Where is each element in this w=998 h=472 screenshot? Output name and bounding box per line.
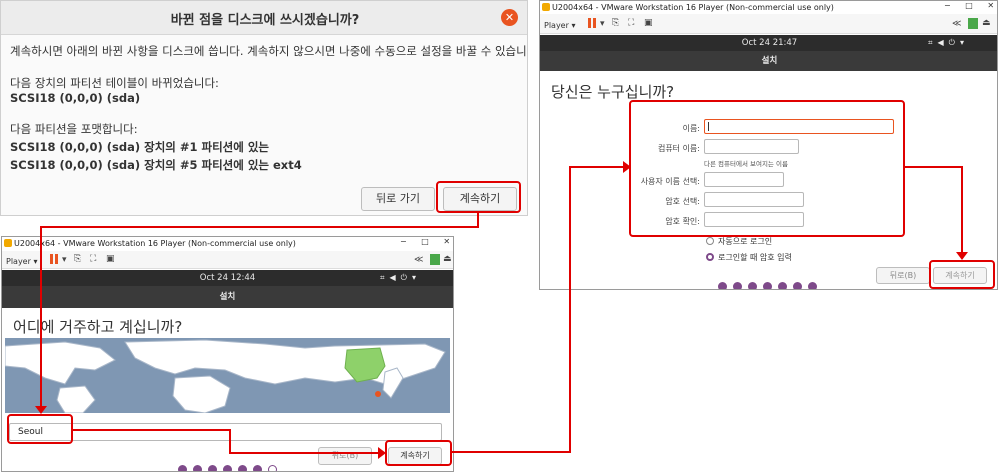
library-icon[interactable] <box>430 254 440 265</box>
vm-window-title: U2004x64 - VMware Workstation 16 Player … <box>14 239 296 248</box>
back-button[interactable]: 뒤로(B) <box>318 447 372 465</box>
connector-line <box>229 452 379 454</box>
player-label: Player <box>6 257 31 266</box>
progress-dots <box>178 465 298 471</box>
send-keys-icon[interactable]: ⎘ <box>612 18 619 28</box>
pause-icon[interactable] <box>588 18 591 28</box>
connector-line <box>72 429 230 431</box>
require-password-label: 로그인할 때 암호 입력 <box>718 253 792 262</box>
arrow-head-icon <box>378 447 386 459</box>
window-controls[interactable]: − □ ✕ <box>400 237 453 246</box>
page-title: 어디에 거주하고 계십니까? <box>13 318 183 336</box>
vm-toolbar <box>2 251 453 269</box>
vmware-logo-icon <box>4 239 12 247</box>
connector-line <box>229 429 231 453</box>
arrow-head-icon <box>35 406 47 414</box>
collapse-icon[interactable]: ≪ <box>414 255 423 265</box>
system-tray[interactable]: ⌗◀⏻▾ <box>380 273 421 283</box>
highlight-continue-button <box>929 260 995 289</box>
window-controls[interactable]: − □ ✕ <box>944 1 997 10</box>
progress-dot <box>778 282 787 289</box>
progress-dot <box>733 282 742 289</box>
fullscreen-icon[interactable]: ▣ <box>644 18 653 28</box>
progress-dot <box>763 282 772 289</box>
connector-line <box>904 166 963 168</box>
connector-line <box>569 166 571 453</box>
connector-line <box>40 226 479 228</box>
progress-dot <box>193 465 202 471</box>
installer-header: 설치 <box>2 286 453 308</box>
player-menu[interactable]: Player ▾ <box>544 21 575 30</box>
connector-line <box>477 211 479 227</box>
format-item: SCSI18 (0,0,0) (sda) 장치의 #5 파티션에 있는 ext4 <box>10 158 302 172</box>
dialog-title: 바뀐 점을 디스크에 쓰시겠습니까? <box>170 13 360 28</box>
fit-icon[interactable]: ⛶ <box>628 18 634 28</box>
clock: Oct 24 21:47 <box>741 38 798 48</box>
connector-line <box>961 166 963 254</box>
vmware-logo-icon <box>542 3 550 11</box>
progress-dot <box>268 465 277 471</box>
system-tray[interactable]: ⌗◀⏻▾ <box>928 38 969 48</box>
highlight-user-form <box>629 100 905 237</box>
player-label: Player <box>544 21 569 30</box>
progress-dot <box>253 465 262 471</box>
format-item: SCSI18 (0,0,0) (sda) 장치의 #1 파티션에 있는 <box>10 140 269 154</box>
progress-dot <box>808 282 817 289</box>
vm-window-title: U2004x64 - VMware Workstation 16 Player … <box>552 3 834 12</box>
arrow-head-icon <box>623 161 631 173</box>
format-heading: 다음 파티션을 포맷합니다: <box>10 122 138 136</box>
connector-line <box>40 226 42 412</box>
timezone-map[interactable] <box>5 338 450 413</box>
pause-icon-bar <box>593 18 596 28</box>
player-menu[interactable]: Player ▾ <box>6 257 37 266</box>
progress-dot <box>208 465 217 471</box>
progress-dots <box>718 282 838 289</box>
collapse-icon[interactable]: ≪ <box>952 19 961 29</box>
auto-login-label: 자동으로 로그인 <box>718 237 773 246</box>
progress-dot <box>178 465 187 471</box>
require-password-radio[interactable] <box>706 253 714 261</box>
fit-icon[interactable]: ⛶ <box>90 254 96 264</box>
auto-login-radio[interactable] <box>706 237 714 245</box>
send-keys-icon[interactable]: ⎘ <box>74 254 81 264</box>
chevron-down-icon[interactable]: ▾ <box>62 255 67 265</box>
pause-icon[interactable] <box>50 254 53 264</box>
close-icon[interactable]: ✕ <box>501 9 518 26</box>
connector-line <box>569 166 625 168</box>
progress-dot <box>748 282 757 289</box>
library-icon[interactable] <box>968 18 978 29</box>
partition-device: SCSI18 (0,0,0) (sda) <box>10 91 141 105</box>
eject-icon[interactable]: ⏏ <box>443 254 452 264</box>
dialog-intro: 계속하시면 아래의 바뀐 사항을 디스크에 씁니다. 계속하지 않으시면 나중에… <box>10 44 528 58</box>
eject-icon[interactable]: ⏏ <box>982 18 991 28</box>
partition-heading: 다음 장치의 파티션 테이블이 바뀌었습니다: <box>10 76 219 90</box>
highlight-continue-button <box>436 181 521 213</box>
highlight-location-field <box>7 414 73 444</box>
connector-line <box>452 451 570 453</box>
progress-dot <box>793 282 802 289</box>
clock: Oct 24 12:44 <box>199 273 256 283</box>
progress-dot <box>718 282 727 289</box>
back-button[interactable]: 뒤로 가기 <box>361 187 435 211</box>
highlight-continue-button <box>385 440 452 466</box>
pause-icon-bar <box>55 254 58 264</box>
page-title: 당신은 누구십니까? <box>551 83 675 101</box>
fullscreen-icon[interactable]: ▣ <box>106 254 115 264</box>
chevron-down-icon[interactable]: ▾ <box>600 19 605 29</box>
back-button[interactable]: 뒤로(B) <box>876 267 930 284</box>
location-input[interactable] <box>9 423 442 441</box>
progress-dot <box>238 465 247 471</box>
location-pin-icon <box>375 391 381 397</box>
progress-dot <box>223 465 232 471</box>
arrow-head-icon <box>956 252 968 260</box>
installer-header: 설치 <box>540 51 997 71</box>
vm-toolbar <box>540 14 997 34</box>
